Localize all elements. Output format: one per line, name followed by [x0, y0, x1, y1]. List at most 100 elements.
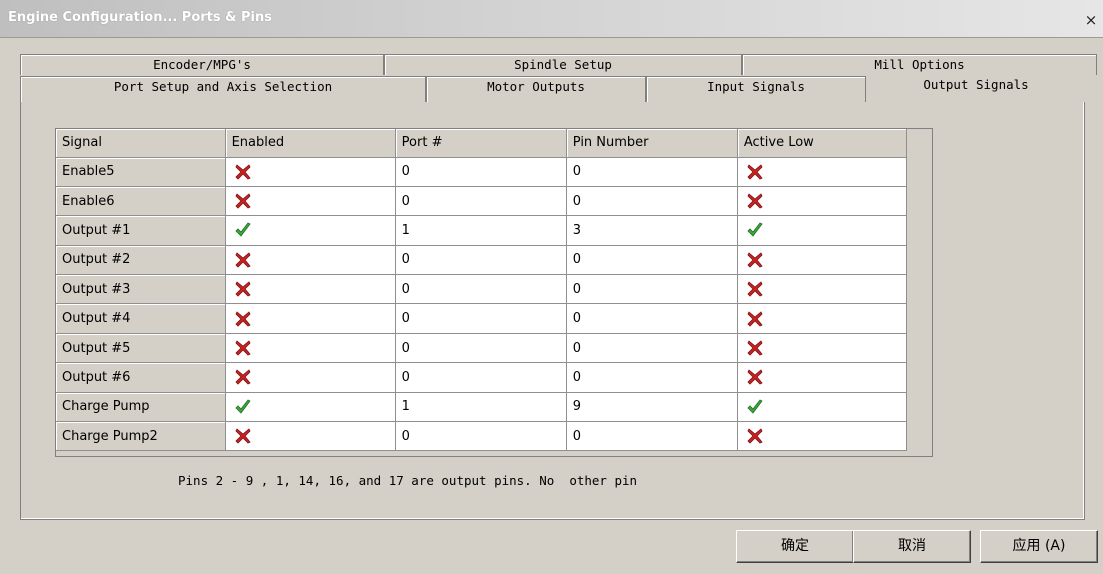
signal-name-cell[interactable]: Charge Pump2	[56, 421, 226, 452]
table-row: Output #6 0 0	[56, 362, 908, 393]
active-low-cell[interactable]	[737, 157, 908, 187]
red-cross-icon	[234, 192, 252, 210]
enabled-cell[interactable]	[225, 362, 396, 393]
table-row: Output #1 1 3	[56, 215, 908, 246]
tab-port-setup[interactable]: Port Setup and Axis Selection	[20, 76, 426, 102]
enabled-cell[interactable]	[225, 392, 396, 423]
red-cross-icon	[234, 368, 252, 386]
green-check-icon	[234, 221, 252, 239]
table-row: Output #2 0 0	[56, 245, 908, 276]
port-cell[interactable]: 0	[395, 274, 567, 305]
active-low-cell[interactable]	[737, 303, 908, 334]
active-low-cell[interactable]	[737, 245, 908, 276]
pin-number-cell[interactable]: 3	[566, 215, 738, 246]
enabled-cell[interactable]	[225, 245, 396, 276]
col-header-port[interactable]: Port #	[395, 129, 567, 158]
enabled-cell[interactable]	[225, 186, 396, 217]
port-cell[interactable]: 0	[395, 362, 567, 393]
tab-spindle-setup[interactable]: Spindle Setup	[384, 54, 742, 75]
active-low-cell[interactable]	[737, 421, 908, 452]
tab-input-signals[interactable]: Input Signals	[646, 76, 866, 102]
apply-button[interactable]: 应用 (A)	[980, 530, 1098, 563]
cancel-button[interactable]: 取消	[853, 530, 971, 563]
red-cross-icon	[234, 163, 252, 181]
signal-name-cell[interactable]: Output #5	[56, 333, 226, 364]
signal-name-cell[interactable]: Output #3	[56, 274, 226, 305]
table-row: Charge Pump 1 9	[56, 392, 908, 423]
green-check-icon	[746, 398, 764, 416]
port-cell[interactable]: 0	[395, 303, 567, 334]
red-cross-icon	[234, 310, 252, 328]
pin-number-cell[interactable]: 0	[566, 303, 738, 334]
active-low-cell[interactable]	[737, 392, 908, 423]
red-cross-icon	[746, 368, 764, 386]
active-low-cell[interactable]	[737, 215, 908, 246]
signal-name-cell[interactable]: Output #6	[56, 362, 226, 393]
pin-number-cell[interactable]: 0	[566, 333, 738, 364]
active-low-cell[interactable]	[737, 274, 908, 305]
table-row: Output #5 0 0	[56, 333, 908, 364]
red-cross-icon	[746, 192, 764, 210]
port-cell[interactable]: 0	[395, 186, 567, 217]
port-cell[interactable]: 1	[395, 392, 567, 423]
port-cell[interactable]: 1	[395, 215, 567, 246]
red-cross-icon	[234, 280, 252, 298]
table-row: Charge Pump2 0 0	[56, 421, 908, 452]
tab-encoder-mpgs[interactable]: Encoder/MPG's	[20, 54, 384, 75]
output-pins-note: Pins 2 - 9 , 1, 14, 16, and 17 are outpu…	[178, 473, 638, 488]
green-check-icon	[234, 398, 252, 416]
signal-name-cell[interactable]: Charge Pump	[56, 392, 226, 423]
table-row: Enable5 0 0	[56, 157, 908, 187]
pin-number-cell[interactable]: 0	[566, 245, 738, 276]
col-header-enabled[interactable]: Enabled	[225, 129, 396, 158]
enabled-cell[interactable]	[225, 421, 396, 452]
tab-motor-outputs[interactable]: Motor Outputs	[426, 76, 646, 102]
active-low-cell[interactable]	[737, 362, 908, 393]
pin-number-cell[interactable]: 0	[566, 421, 738, 452]
col-header-signal[interactable]: Signal	[56, 129, 226, 158]
red-cross-icon	[234, 251, 252, 269]
pin-number-cell[interactable]: 0	[566, 186, 738, 217]
enabled-cell[interactable]	[225, 215, 396, 246]
signal-name-cell[interactable]: Output #1	[56, 215, 226, 246]
red-cross-icon	[746, 339, 764, 357]
active-low-cell[interactable]	[737, 333, 908, 364]
table-header-row: Signal Enabled Port # Pin Number Active …	[56, 129, 908, 158]
ok-button[interactable]: 确定	[736, 530, 854, 563]
tab-output-signals[interactable]: Output Signals	[866, 74, 1086, 102]
pin-number-cell[interactable]: 0	[566, 362, 738, 393]
green-check-icon	[746, 221, 764, 239]
port-cell[interactable]: 0	[395, 157, 567, 187]
port-cell[interactable]: 0	[395, 245, 567, 276]
col-header-pin-number[interactable]: Pin Number	[566, 129, 738, 158]
output-signals-grid: Signal Enabled Port # Pin Number Active …	[55, 128, 933, 457]
pin-number-cell[interactable]: 9	[566, 392, 738, 423]
enabled-cell[interactable]	[225, 157, 396, 187]
table-row: Output #3 0 0	[56, 274, 908, 305]
signals-table: Signal Enabled Port # Pin Number Active …	[56, 129, 908, 452]
window-title: Engine Configuration... Ports & Pins	[8, 10, 272, 25]
signal-name-cell[interactable]: Output #4	[56, 303, 226, 334]
enabled-cell[interactable]	[225, 303, 396, 334]
red-cross-icon	[234, 427, 252, 445]
red-cross-icon	[746, 310, 764, 328]
tab-mill-options[interactable]: Mill Options	[742, 54, 1097, 75]
signal-name-cell[interactable]: Enable6	[56, 186, 226, 217]
port-cell[interactable]: 0	[395, 333, 567, 364]
close-icon[interactable]: ×	[1083, 13, 1099, 29]
red-cross-icon	[234, 339, 252, 357]
active-low-cell[interactable]	[737, 186, 908, 217]
pin-number-cell[interactable]: 0	[566, 157, 738, 187]
table-row: Output #4 0 0	[56, 303, 908, 334]
col-header-active-low[interactable]: Active Low	[737, 129, 908, 158]
enabled-cell[interactable]	[225, 333, 396, 364]
port-cell[interactable]: 0	[395, 421, 567, 452]
red-cross-icon	[746, 280, 764, 298]
signal-name-cell[interactable]: Enable5	[56, 157, 226, 187]
signal-name-cell[interactable]: Output #2	[56, 245, 226, 276]
pin-number-cell[interactable]: 0	[566, 274, 738, 305]
red-cross-icon	[746, 251, 764, 269]
title-bar: Engine Configuration... Ports & Pins ×	[0, 0, 1103, 38]
enabled-cell[interactable]	[225, 274, 396, 305]
red-cross-icon	[746, 427, 764, 445]
